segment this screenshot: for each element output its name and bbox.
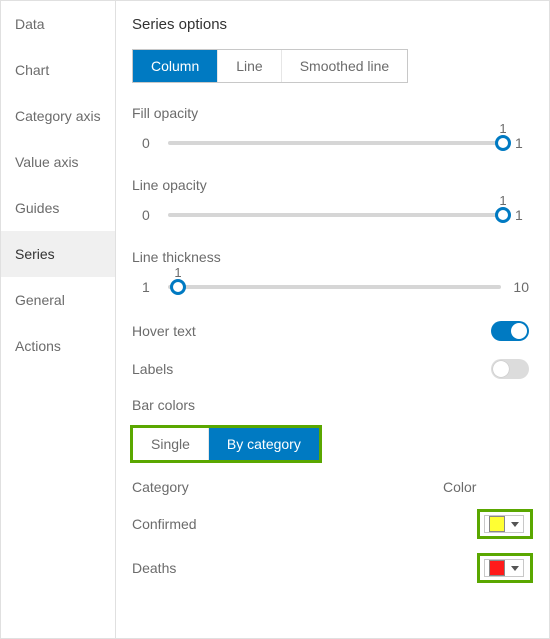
line-opacity-label: Line opacity	[132, 177, 533, 193]
color-picker-deaths[interactable]	[477, 553, 533, 583]
slider-track[interactable]: 1	[168, 141, 503, 145]
chevron-down-icon	[511, 566, 519, 571]
sidebar-item-guides[interactable]: Guides	[1, 185, 115, 231]
slider-min: 1	[142, 279, 156, 295]
category-cell: Deaths	[132, 560, 477, 576]
slider-max: 1	[515, 207, 529, 223]
bar-colors-label: Bar colors	[132, 397, 533, 413]
sidebar-item-general[interactable]: General	[1, 277, 115, 323]
sidebar-item-value-axis[interactable]: Value axis	[1, 139, 115, 185]
table-header: Category Color	[132, 479, 533, 495]
category-cell: Confirmed	[132, 516, 477, 532]
config-panel: Data Chart Category axis Value axis Guid…	[0, 0, 550, 639]
slider-track[interactable]: 1	[168, 213, 503, 217]
sidebar-item-chart[interactable]: Chart	[1, 47, 115, 93]
table-row: Confirmed	[132, 509, 533, 539]
hover-text-toggle[interactable]	[491, 321, 529, 341]
type-option-column[interactable]: Column	[133, 50, 217, 82]
bar-colors-option-by-category[interactable]: By category	[208, 428, 319, 460]
panel-title: Series options	[116, 1, 549, 47]
fill-opacity-slider[interactable]: 0 1 1	[142, 135, 529, 151]
slider-thumb[interactable]	[170, 279, 186, 295]
chevron-down-icon	[511, 522, 519, 527]
sidebar-item-category-axis[interactable]: Category axis	[1, 93, 115, 139]
slider-min: 0	[142, 135, 156, 151]
hover-text-row: Hover text	[132, 321, 529, 341]
type-option-smoothed-line[interactable]: Smoothed line	[281, 50, 408, 82]
switch-knob	[493, 361, 509, 377]
line-thickness-label: Line thickness	[132, 249, 533, 265]
panel-scroll: Column Line Smoothed line Fill opacity 0…	[116, 47, 549, 638]
bar-colors-option-single[interactable]: Single	[133, 428, 208, 460]
table-row: Deaths	[132, 553, 533, 583]
slider-min: 0	[142, 207, 156, 223]
fill-opacity-label: Fill opacity	[132, 105, 533, 121]
line-opacity-slider[interactable]: 0 1 1	[142, 207, 529, 223]
type-option-line[interactable]: Line	[217, 50, 280, 82]
line-thickness-slider[interactable]: 1 1 10	[142, 279, 529, 295]
slider-thumb[interactable]	[495, 207, 511, 223]
sidebar-item-label: Actions	[15, 338, 61, 354]
color-swatch	[489, 560, 505, 576]
sidebar-item-label: Series	[15, 246, 55, 262]
sidebar-item-label: Data	[15, 16, 45, 32]
sidebar-item-label: Category axis	[15, 108, 101, 124]
sidebar-item-label: Guides	[15, 200, 59, 216]
hover-text-label: Hover text	[132, 323, 196, 339]
category-color-table: Category Color Confirmed Deaths	[132, 479, 533, 583]
slider-value-tooltip: 1	[499, 121, 506, 136]
switch-knob	[511, 323, 527, 339]
type-segmented-control: Column Line Smoothed line	[132, 49, 408, 83]
color-swatch	[489, 516, 505, 532]
sidebar-item-actions[interactable]: Actions	[1, 323, 115, 369]
sidebar-item-series[interactable]: Series	[1, 231, 115, 277]
slider-value-tooltip: 1	[174, 265, 181, 280]
sidebar-item-label: Chart	[15, 62, 49, 78]
main-panel: Series options Column Line Smoothed line…	[116, 1, 549, 638]
slider-max: 10	[513, 279, 529, 295]
sidebar-item-label: General	[15, 292, 65, 308]
sidebar-item-data[interactable]: Data	[1, 1, 115, 47]
labels-row: Labels	[132, 359, 529, 379]
header-color: Color	[443, 479, 533, 495]
bar-colors-segmented-control: Single By category	[132, 427, 320, 461]
sidebar: Data Chart Category axis Value axis Guid…	[1, 1, 116, 638]
header-category: Category	[132, 479, 443, 495]
labels-label: Labels	[132, 361, 173, 377]
slider-track[interactable]: 1	[168, 285, 501, 289]
color-picker-confirmed[interactable]	[477, 509, 533, 539]
labels-toggle[interactable]	[491, 359, 529, 379]
slider-thumb[interactable]	[495, 135, 511, 151]
slider-value-tooltip: 1	[499, 193, 506, 208]
sidebar-item-label: Value axis	[15, 154, 79, 170]
slider-max: 1	[515, 135, 529, 151]
